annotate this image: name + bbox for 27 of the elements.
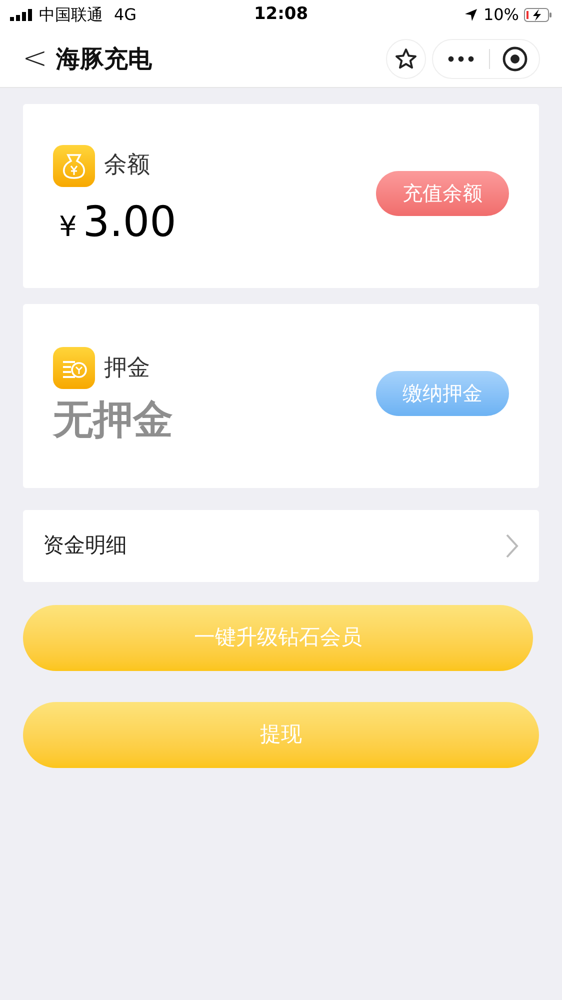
deposit-button[interactable]: 缴纳押金 (376, 370, 509, 416)
deposit-status: 无押金 (53, 396, 174, 445)
card-label: 押金 (104, 354, 150, 383)
carrier-name: 中国联通 (39, 4, 103, 26)
more-icon (448, 56, 474, 62)
action-button[interactable]: 一键升级钻石会员 (23, 605, 533, 671)
detail-label: 资金明细 (43, 532, 127, 560)
back-button[interactable]: < (22, 44, 48, 74)
currency-sign: ¥ (59, 208, 77, 244)
coin-stack-icon (53, 347, 95, 389)
recharge-button[interactable]: 充值余额 (376, 170, 509, 216)
network-type: 4G (114, 4, 137, 26)
target-icon (502, 46, 528, 72)
page-title: 海豚充电 (56, 44, 152, 74)
signal-icon (10, 9, 34, 21)
detail-row[interactable]: 资金明细 (23, 510, 539, 582)
money-bag-icon (53, 144, 95, 186)
star-button[interactable] (386, 38, 426, 78)
location-arrow-icon (464, 8, 478, 22)
action-button[interactable]: 提现 (23, 702, 539, 768)
balance-amount: 3.00 (82, 200, 176, 242)
star-icon (394, 46, 418, 70)
clock: 12:08 (254, 4, 308, 24)
chevron-right-icon (505, 533, 519, 559)
card-label: 余额 (104, 151, 150, 180)
battery-charging-icon (524, 8, 552, 22)
battery-percent: 10% (483, 4, 519, 26)
